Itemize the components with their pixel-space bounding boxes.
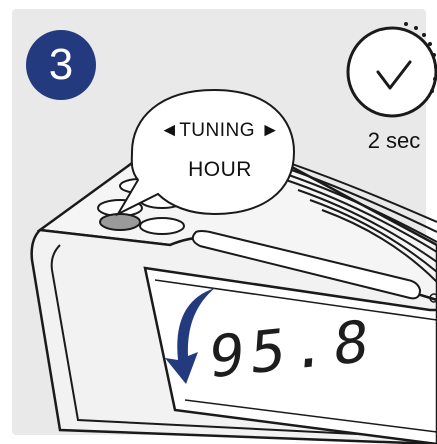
stopwatch-icon bbox=[346, 22, 437, 118]
callout-hour-label: HOUR bbox=[188, 158, 252, 181]
tuning-hour-button[interactable] bbox=[99, 213, 141, 231]
illustration-stage: 3 2 sec ◄TUNING ► HOUR 95.8 bbox=[0, 0, 437, 444]
callout-tuning-label: ◄TUNING ► bbox=[159, 120, 281, 141]
step-number-badge: 3 bbox=[26, 30, 96, 100]
callout-bubble bbox=[115, 88, 296, 217]
hold-duration-label: 2 sec bbox=[367, 128, 421, 153]
